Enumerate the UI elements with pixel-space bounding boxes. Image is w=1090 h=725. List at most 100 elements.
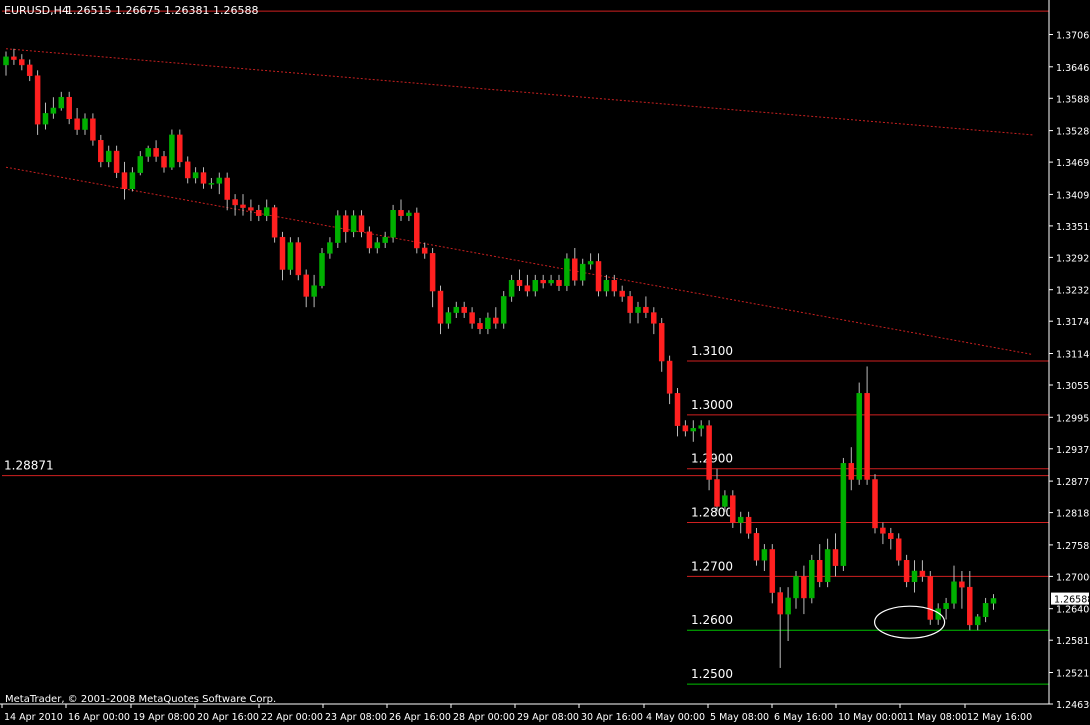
x-tick-label: 14 Apr 2010	[4, 712, 63, 723]
candle-body	[485, 317, 491, 329]
candle-body	[753, 533, 760, 561]
candle-body	[793, 576, 799, 599]
candle-body	[26, 64, 33, 76]
y-tick-label: 1.33510	[1056, 222, 1090, 233]
candle-body	[658, 323, 665, 362]
candle-body	[335, 215, 341, 243]
candle	[240, 194, 246, 216]
candle	[469, 307, 475, 329]
level-label: 1.2500	[691, 667, 733, 681]
candle-body	[256, 210, 262, 216]
candle	[801, 565, 807, 615]
candle	[516, 269, 523, 292]
candle-body	[674, 393, 681, 426]
price-chart[interactable]: 1.28871 1.3100 1.3000 1.2900 1.2800 1.2700 1.2…	[0, 0, 1090, 725]
candle-body	[295, 242, 302, 276]
candle	[445, 307, 452, 329]
candle-body	[11, 56, 17, 60]
candle-body	[903, 559, 910, 583]
candle-body	[848, 463, 855, 480]
candle	[350, 210, 357, 238]
extra-level-label: 1.28871	[4, 459, 54, 473]
current-price-label: 1.26588	[1054, 595, 1090, 606]
candle	[548, 274, 554, 286]
candle-body	[824, 549, 831, 583]
y-tick-label: 1.25815	[1056, 636, 1090, 647]
candle-body	[690, 428, 697, 432]
x-tick-label: 10 May 00:00	[838, 712, 903, 723]
candle-body	[374, 242, 381, 249]
candle-body	[682, 425, 689, 432]
candle	[524, 274, 531, 297]
candle-body	[974, 616, 981, 626]
candle-body	[398, 210, 404, 216]
candle	[342, 210, 349, 243]
y-tick-label: 1.29955	[1056, 413, 1090, 424]
candle	[824, 538, 831, 588]
candle	[698, 420, 704, 437]
candle-body	[895, 538, 902, 561]
candle	[461, 301, 467, 318]
candle-body	[809, 559, 815, 599]
candle-body	[990, 598, 997, 604]
candle	[627, 291, 633, 324]
candle	[287, 237, 294, 275]
level-label: 1.3100	[691, 344, 733, 358]
candle	[90, 113, 96, 146]
candle	[990, 594, 997, 610]
candle-body	[74, 118, 80, 130]
candle	[943, 597, 949, 620]
candle	[26, 59, 33, 82]
y-tick-label: 1.34695	[1056, 158, 1090, 169]
candle-body	[864, 393, 870, 480]
level-label: 1.3000	[691, 398, 733, 412]
candle	[579, 258, 586, 286]
candle	[19, 54, 25, 71]
candle-body	[192, 172, 199, 179]
y-tick-label: 1.28770	[1056, 477, 1090, 488]
candle-body	[572, 258, 578, 281]
candle	[485, 312, 491, 335]
y-tick-label: 1.37065	[1056, 30, 1090, 41]
candle	[303, 269, 309, 308]
level-label: 1.2700	[691, 559, 733, 573]
candle	[753, 527, 760, 566]
candle	[263, 199, 270, 222]
levels-layer: 1.28871 1.3100 1.3000 1.2900 1.2800 1.2700 1.2…	[2, 10, 1049, 685]
y-tick-label: 1.26400	[1056, 605, 1090, 616]
candle-body	[105, 150, 112, 163]
x-tick-label: 5 May 08:00	[710, 712, 769, 723]
candle	[880, 522, 886, 545]
candle-body	[319, 253, 325, 286]
candle	[832, 533, 839, 577]
candle	[919, 560, 926, 582]
candle	[587, 253, 594, 270]
candle	[50, 97, 57, 119]
candle	[232, 194, 238, 216]
candle	[666, 355, 673, 405]
candle	[840, 457, 847, 572]
candle	[406, 210, 412, 222]
candle	[184, 156, 191, 184]
candle	[358, 210, 365, 238]
candle	[129, 167, 136, 192]
candle-body	[350, 215, 357, 233]
x-tick-label: 19 Apr 08:00	[133, 712, 195, 723]
candle	[279, 231, 286, 281]
trendlines-layer	[5, 48, 1034, 356]
candle	[319, 247, 325, 289]
candle	[793, 571, 799, 609]
candle	[903, 554, 910, 588]
annotation-layer	[873, 605, 946, 639]
candle	[382, 231, 388, 248]
y-tick-label: 1.34095	[1056, 190, 1090, 201]
candle-body	[556, 280, 562, 286]
candle	[74, 107, 80, 135]
y-tick-label: 1.25215	[1056, 669, 1090, 680]
candle-body	[224, 177, 230, 200]
candle-body	[382, 236, 388, 243]
candle-body	[927, 576, 934, 620]
level-label: 1.2600	[691, 613, 733, 627]
candle	[437, 285, 444, 335]
candle-body	[453, 306, 460, 313]
